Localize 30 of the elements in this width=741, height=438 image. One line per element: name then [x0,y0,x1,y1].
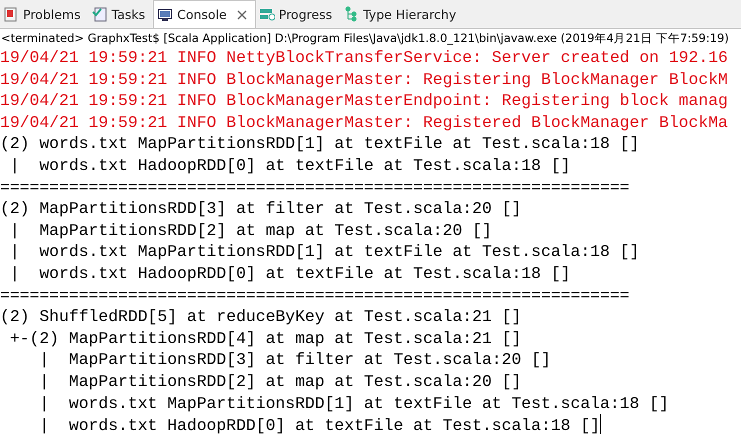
console-tab[interactable]: Problems [0,0,89,28]
monitor-icon [157,6,174,22]
log-line: 19/04/21 19:59:21 INFO BlockManagerMaster: Registered BlockManager BlockMa [0,112,728,132]
output-line: | words.txt MapPartitionsRDD[1] at textFile at Test.scala:18 [] [8,242,640,262]
console-header: <terminated> GraphxTest$ [Scala Application] D:\Program Files\Java\jdk1.8.0_121\bin\javaw.exe (2019年4月21日 下午7:59:19) [0,30,730,47]
close-icon[interactable] [236,10,247,20]
output-line: | words.txt HadoopRDD[0] at textFile at Test.scala:18 [] [8,156,570,175]
output-line: | words.txt HadoopRDD[0] at textFile at Test.scala:18 [] [38,416,600,436]
output-line: (2) MapPartitionsRDD[3] at filter at Test.scala:20 [] [0,199,522,218]
output-line: | MapPartitionsRDD[3] at filter at Test.scala:20 [] [38,350,551,370]
output-line: ================================================================ [0,286,630,305]
console-tab[interactable]: Type Hierarchy [340,0,464,28]
output-line: (2) words.txt MapPartitionsRDD[1] at textFile at Test.scala:18 [] [0,134,640,154]
log-line: 19/04/21 19:59:21 INFO BlockManagerMasterEndpoint: Registering block manag [0,91,728,110]
output-line: +-(2) MapPartitionsRDD[4] at map at Test.scala:21 [] [8,328,522,348]
progress-icon [258,6,275,22]
log-line: 19/04/21 19:59:21 INFO NettyBlockTransferService: Server created on 192.16 [0,48,728,67]
output-line: | MapPartitionsRDD[2] at map at Test.scala:20 [] [38,372,522,391]
clipboard-icon [3,6,19,22]
output-line: | words.txt HadoopRDD[0] at textFile at Test.scala:18 [] [8,264,570,283]
output-line: | words.txt MapPartitionsRDD[1] at textFile at Test.scala:18 [] [38,394,669,412]
console-tab[interactable]: Console [153,0,256,28]
log-line: 19/04/21 19:59:21 INFO BlockManagerMaster: Registering BlockManager BlockM [0,70,728,89]
console-tab[interactable]: Progress [256,0,340,28]
output-line: | MapPartitionsRDD[2] at map at Test.scala:20 [] [8,220,492,240]
console-tab[interactable]: Tasks [88,0,154,28]
hierarchy-icon [343,6,360,22]
output-line: (2) ShuffledRDD[5] at reduceByKey at Test.scala:21 [] [0,307,522,326]
checklist-icon [92,6,108,22]
output-line: ================================================================ [0,178,630,197]
